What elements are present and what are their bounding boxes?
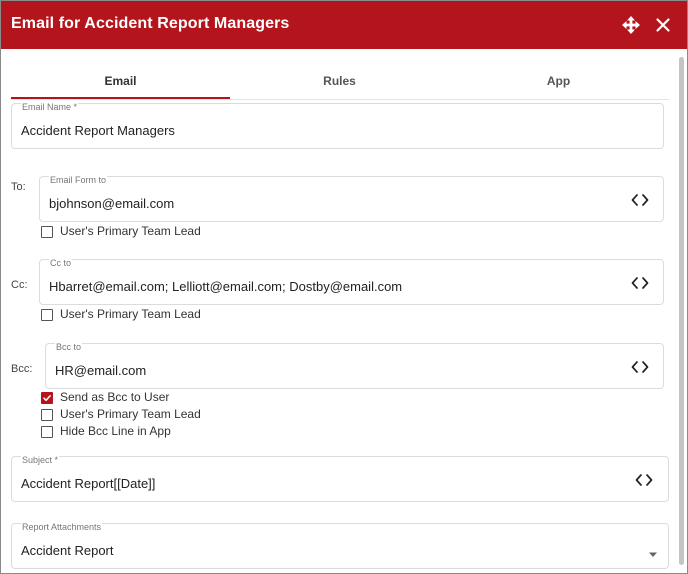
tab-rules[interactable]: Rules [230,63,449,99]
email-name-label: Email Name * [21,102,79,112]
report-attachments-select[interactable]: Report Attachments Accident Report [11,522,669,569]
subject-label: Subject * [21,455,60,465]
checkbox-label: User's Primary Team Lead [60,407,201,421]
bcc-primary-team-lead-checkbox[interactable]: User's Primary Team Lead [41,407,221,423]
code-brackets-icon[interactable] [631,193,649,207]
cc-label: Cc: [11,279,28,291]
cc-to-value: Hbarret@email.com; Lelliott@email.com; D… [49,279,403,294]
check-mark-icon [43,395,51,402]
email-name-field[interactable]: Email Name * Accident Report Managers [11,102,664,149]
checkbox-label: User's Primary Team Lead [60,224,201,238]
checkbox-label: Hide Bcc Line in App [60,424,171,438]
close-icon[interactable] [653,15,673,35]
code-brackets-icon[interactable] [631,360,649,374]
email-to-value: bjohnson@email.com [49,196,175,211]
bcc-to-label: Bcc to [55,342,83,352]
active-tab-indicator [11,97,230,99]
checkbox-box[interactable] [41,226,53,238]
cc-to-label: Cc to [49,258,73,268]
report-attachments-label: Report Attachments [21,522,103,532]
checkbox-box[interactable] [41,309,53,321]
bcc-to-field[interactable]: Bcc to HR@email.com [45,342,664,389]
bcc-to-value: HR@email.com [55,363,147,378]
subject-field[interactable]: Subject * Accident Report[[Date]] [11,455,669,502]
tab-email[interactable]: Email [11,63,230,99]
cc-primary-team-lead-checkbox[interactable]: User's Primary Team Lead [41,307,221,323]
hide-bcc-line-checkbox[interactable]: Hide Bcc Line in App [41,424,221,440]
email-to-label: Email Form to [49,175,108,185]
code-brackets-icon[interactable] [635,473,653,487]
report-attachments-value: Accident Report [21,543,114,558]
checkbox-box-checked[interactable] [41,392,53,404]
tab-bar: Email Rules App [11,63,669,100]
scrollbar-thumb[interactable] [679,57,684,565]
checkbox-box[interactable] [41,409,53,421]
checkbox-box[interactable] [41,426,53,438]
code-brackets-icon[interactable] [631,276,649,290]
vertical-scrollbar[interactable] [677,51,685,571]
to-label: To: [11,181,26,193]
email-name-value: Accident Report Managers [21,123,175,138]
subject-value: Accident Report[[Date]] [21,476,156,491]
email-dialog: Email for Accident Report Managers Email… [0,0,688,574]
dialog-title: Email for Accident Report Managers [11,15,290,32]
checkbox-label: User's Primary Team Lead [60,307,201,321]
email-to-field[interactable]: Email Form to bjohnson@email.com [39,175,664,222]
move-arrows-icon[interactable] [621,15,641,35]
bcc-label: Bcc: [11,363,33,375]
cc-to-field[interactable]: Cc to Hbarret@email.com; Lelliott@email.… [39,258,664,305]
title-bar: Email for Accident Report Managers [1,1,687,49]
tab-app[interactable]: App [449,63,668,99]
to-primary-team-lead-checkbox[interactable]: User's Primary Team Lead [41,224,221,240]
send-as-bcc-checkbox[interactable]: Send as Bcc to User [41,390,221,406]
caret-down-icon[interactable] [648,545,658,557]
checkbox-label: Send as Bcc to User [60,390,170,404]
